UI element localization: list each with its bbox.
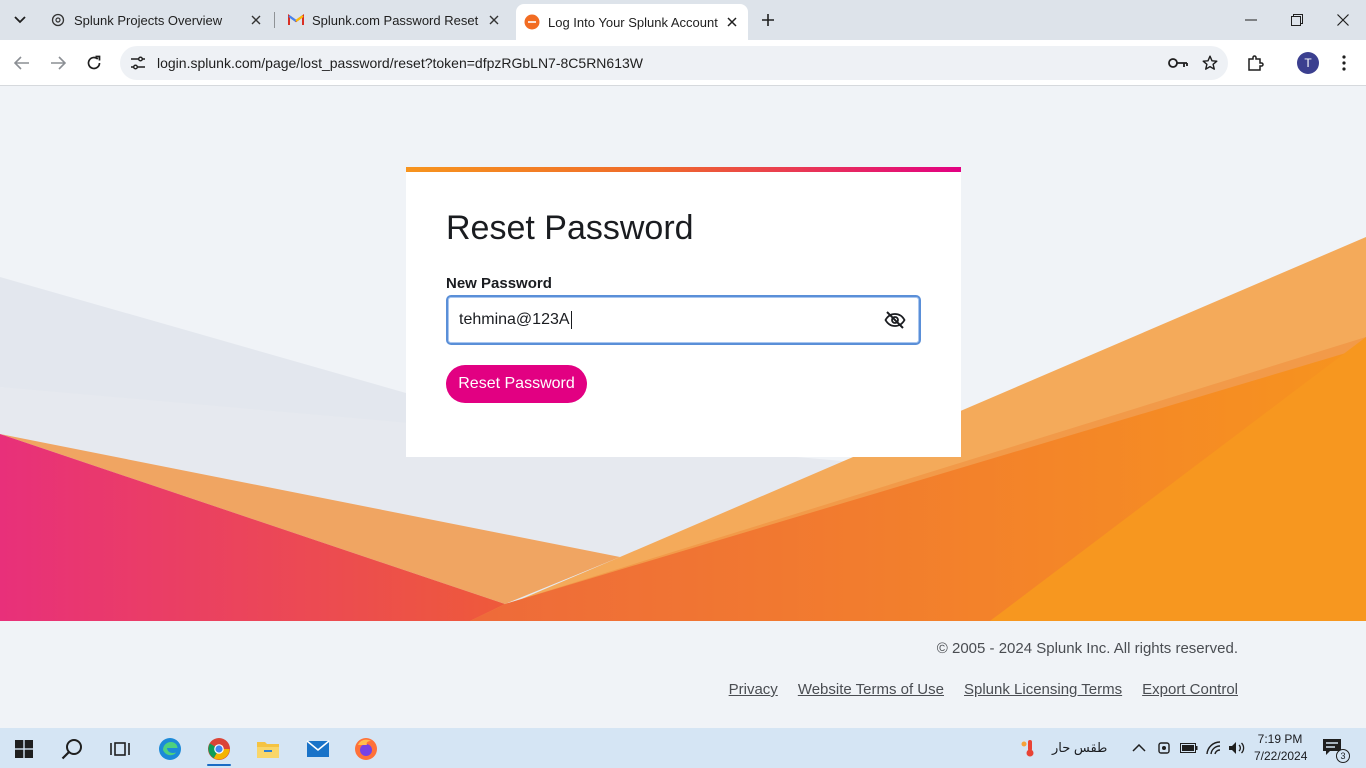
tab-search-button[interactable] [8, 8, 32, 32]
tab-title: Splunk Projects Overview [74, 12, 223, 28]
address-bar[interactable]: login.splunk.com/page/lost_password/rese… [120, 46, 1228, 80]
browser-menu-button[interactable] [1330, 49, 1358, 77]
thermometer-icon [1021, 740, 1034, 757]
puzzle-icon [1248, 55, 1264, 71]
close-icon [1337, 14, 1349, 26]
tab-title: Log Into Your Splunk Account | Splunk [548, 14, 718, 30]
taskbar-edge[interactable] [150, 732, 190, 766]
close-icon[interactable] [248, 12, 264, 28]
gmail-icon [288, 12, 304, 28]
chevron-down-icon [14, 16, 26, 24]
windows-logo-icon [15, 740, 33, 758]
url-text: login.splunk.com/page/lost_password/rese… [157, 55, 643, 71]
tab-splunk-projects[interactable]: Splunk Projects Overview [40, 0, 272, 40]
export-control-link[interactable]: Export Control [1142, 681, 1238, 698]
taskbar-mail[interactable] [298, 732, 338, 766]
profile-avatar[interactable]: T [1297, 52, 1319, 74]
copyright-text: © 2005 - 2024 Splunk Inc. All rights res… [936, 640, 1238, 657]
new-tab-button[interactable] [756, 8, 780, 32]
page-body: Reset Password New Password tehmina@123A… [0, 87, 1366, 728]
browser-toolbar: login.splunk.com/page/lost_password/rese… [0, 40, 1366, 86]
tab-title: Splunk.com Password Reset Link [312, 12, 480, 28]
volume-icon[interactable] [1228, 728, 1246, 768]
chrome-icon [208, 738, 230, 760]
arrow-right-icon [51, 56, 66, 70]
reset-password-card: Reset Password New Password tehmina@123A… [406, 167, 961, 457]
edge-icon [159, 738, 181, 760]
tab-password-reset-link[interactable]: Splunk.com Password Reset Link [278, 0, 510, 40]
tab-splunk-login[interactable]: Log Into Your Splunk Account | Splunk [516, 4, 748, 40]
clock-time: 7:19 PM [1257, 732, 1303, 746]
search-button[interactable] [52, 732, 92, 766]
licensing-terms-link[interactable]: Splunk Licensing Terms [964, 681, 1122, 698]
password-key-icon[interactable] [1164, 49, 1192, 77]
minimize-button[interactable] [1228, 0, 1274, 40]
minimize-icon [1245, 19, 1257, 21]
notification-center[interactable]: 3 [1322, 728, 1350, 768]
splunk-icon [524, 14, 540, 30]
task-view-icon [110, 742, 130, 756]
task-view-button[interactable] [100, 732, 140, 766]
start-button[interactable] [4, 732, 44, 766]
page-title: Reset Password [446, 209, 694, 247]
restore-icon [1291, 14, 1303, 26]
windows-taskbar: طقس حار 7:19 PM 7/22/2024 3 [0, 728, 1366, 768]
plus-icon [762, 14, 774, 26]
text-caret [570, 310, 572, 329]
search-icon [61, 739, 82, 760]
clock-date: 7/22/2024 [1254, 749, 1308, 763]
close-window-button[interactable] [1320, 0, 1366, 40]
active-indicator [207, 764, 231, 766]
extensions-button[interactable] [1241, 49, 1269, 77]
weather-widget[interactable]: طقس حار [1020, 728, 1107, 768]
restore-button[interactable] [1274, 0, 1320, 40]
close-icon[interactable] [724, 14, 740, 30]
website-terms-link[interactable]: Website Terms of Use [798, 681, 944, 698]
system-clock[interactable]: 7:19 PM 7/22/2024 [1254, 731, 1308, 765]
chatgpt-icon [50, 12, 66, 28]
site-settings-icon[interactable] [124, 49, 152, 77]
show-hidden-icons[interactable] [1132, 728, 1146, 768]
folder-icon [257, 742, 279, 758]
mail-icon [306, 740, 330, 757]
privacy-link[interactable]: Privacy [729, 681, 778, 698]
taskbar-file-explorer[interactable] [248, 732, 288, 766]
tab-separator [274, 12, 275, 28]
back-button[interactable] [8, 49, 36, 77]
reload-icon [87, 55, 101, 70]
notification-count: 3 [1336, 749, 1350, 763]
new-password-field[interactable]: tehmina@123A [446, 295, 921, 345]
bookmark-star-icon[interactable] [1196, 49, 1224, 77]
new-password-value: tehmina@123A [459, 310, 572, 329]
wifi-icon[interactable] [1205, 728, 1223, 768]
hide-password-icon[interactable] [883, 309, 907, 331]
new-password-label: New Password [446, 275, 552, 292]
meet-now-icon[interactable] [1157, 728, 1171, 768]
reset-password-button[interactable]: Reset Password [446, 365, 587, 403]
arrow-left-icon [14, 56, 29, 70]
chevron-up-icon [1132, 744, 1146, 752]
card-accent-bar [406, 167, 961, 172]
taskbar-chrome[interactable] [199, 732, 239, 766]
weather-text: طقس حار [1052, 740, 1108, 755]
firefox-icon [355, 738, 377, 760]
forward-button[interactable] [44, 49, 72, 77]
battery-icon[interactable] [1180, 728, 1198, 768]
more-vertical-icon [1342, 55, 1346, 71]
reload-button[interactable] [80, 49, 108, 77]
browser-tab-strip: Splunk Projects Overview Splunk.com Pass… [0, 0, 1366, 40]
taskbar-firefox[interactable] [346, 732, 386, 766]
close-icon[interactable] [486, 12, 502, 28]
footer-links: Privacy Website Terms of Use Splunk Lice… [729, 681, 1238, 698]
